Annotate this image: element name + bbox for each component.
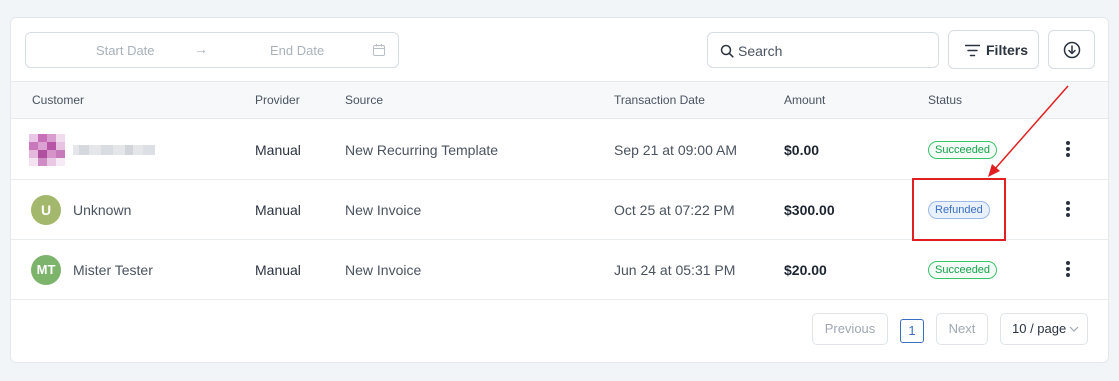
search-icon — [720, 44, 734, 58]
column-header-transaction-date[interactable]: Transaction Date — [614, 93, 705, 107]
search-input[interactable] — [738, 41, 928, 61]
status-badge: Succeeded — [928, 261, 998, 279]
page-size-select[interactable]: 10 / page — [1000, 313, 1088, 345]
search-box[interactable] — [707, 32, 939, 68]
provider-cell: Manual — [255, 202, 301, 218]
more-options-icon[interactable] — [1062, 140, 1074, 160]
page-number-current[interactable]: 1 — [900, 319, 924, 343]
avatar: MT — [31, 255, 61, 285]
highlight-box — [912, 178, 1006, 241]
next-page-button[interactable]: Next — [936, 313, 988, 345]
column-header-customer[interactable]: Customer — [32, 93, 84, 107]
calendar-icon — [373, 44, 385, 56]
filters-label: Filters — [986, 42, 1029, 58]
toolbar: Start Date → End Date Filters — [11, 18, 1108, 81]
chevron-down-icon — [1069, 326, 1079, 332]
customer-name-cell[interactable]: Unknown — [73, 202, 131, 218]
filters-button[interactable]: Filters — [948, 30, 1039, 69]
filter-icon — [965, 44, 980, 57]
date-range-picker[interactable]: Start Date → End Date — [25, 32, 399, 68]
amount-cell: $20.00 — [784, 262, 827, 278]
more-options-icon[interactable] — [1062, 200, 1074, 220]
previous-page-button[interactable]: Previous — [812, 313, 888, 345]
arrow-right-icon: → — [194, 41, 208, 57]
avatar: U — [31, 195, 61, 225]
column-header-provider[interactable]: Provider — [255, 93, 300, 107]
provider-cell: Manual — [255, 262, 301, 278]
more-options-icon[interactable] — [1062, 260, 1074, 280]
page-size-value: 10 / page — [1012, 321, 1067, 336]
source-cell: New Invoice — [345, 262, 422, 278]
customer-name-redacted — [73, 145, 155, 155]
start-date-placeholder[interactable]: Start Date — [96, 43, 155, 58]
source-cell: New Recurring Template — [345, 142, 499, 158]
transaction-date-cell: Sep 21 at 09:00 AM — [614, 142, 737, 158]
column-header-source[interactable]: Source — [345, 93, 383, 107]
end-date-placeholder[interactable]: End Date — [270, 43, 324, 58]
table-row[interactable]: Manual New Recurring Template Sep 21 at … — [11, 120, 1108, 180]
column-header-amount[interactable]: Amount — [784, 93, 825, 107]
transaction-date-cell: Jun 24 at 05:31 PM — [614, 262, 736, 278]
source-cell: New Invoice — [345, 202, 422, 218]
avatar — [29, 134, 65, 166]
table-header: Customer Provider Source Transaction Dat… — [11, 81, 1108, 119]
provider-cell: Manual — [255, 142, 301, 158]
transaction-date-cell: Oct 25 at 07:22 PM — [614, 202, 735, 218]
download-icon — [1063, 41, 1081, 59]
download-button[interactable] — [1048, 30, 1095, 69]
status-badge: Succeeded — [928, 141, 998, 159]
column-header-status[interactable]: Status — [928, 93, 962, 107]
customer-name-cell[interactable]: Mister Tester — [73, 262, 153, 278]
amount-cell: $0.00 — [784, 142, 820, 158]
amount-cell: $300.00 — [784, 202, 835, 218]
table-row[interactable]: MT Mister Tester Manual New Invoice Jun … — [11, 240, 1108, 300]
